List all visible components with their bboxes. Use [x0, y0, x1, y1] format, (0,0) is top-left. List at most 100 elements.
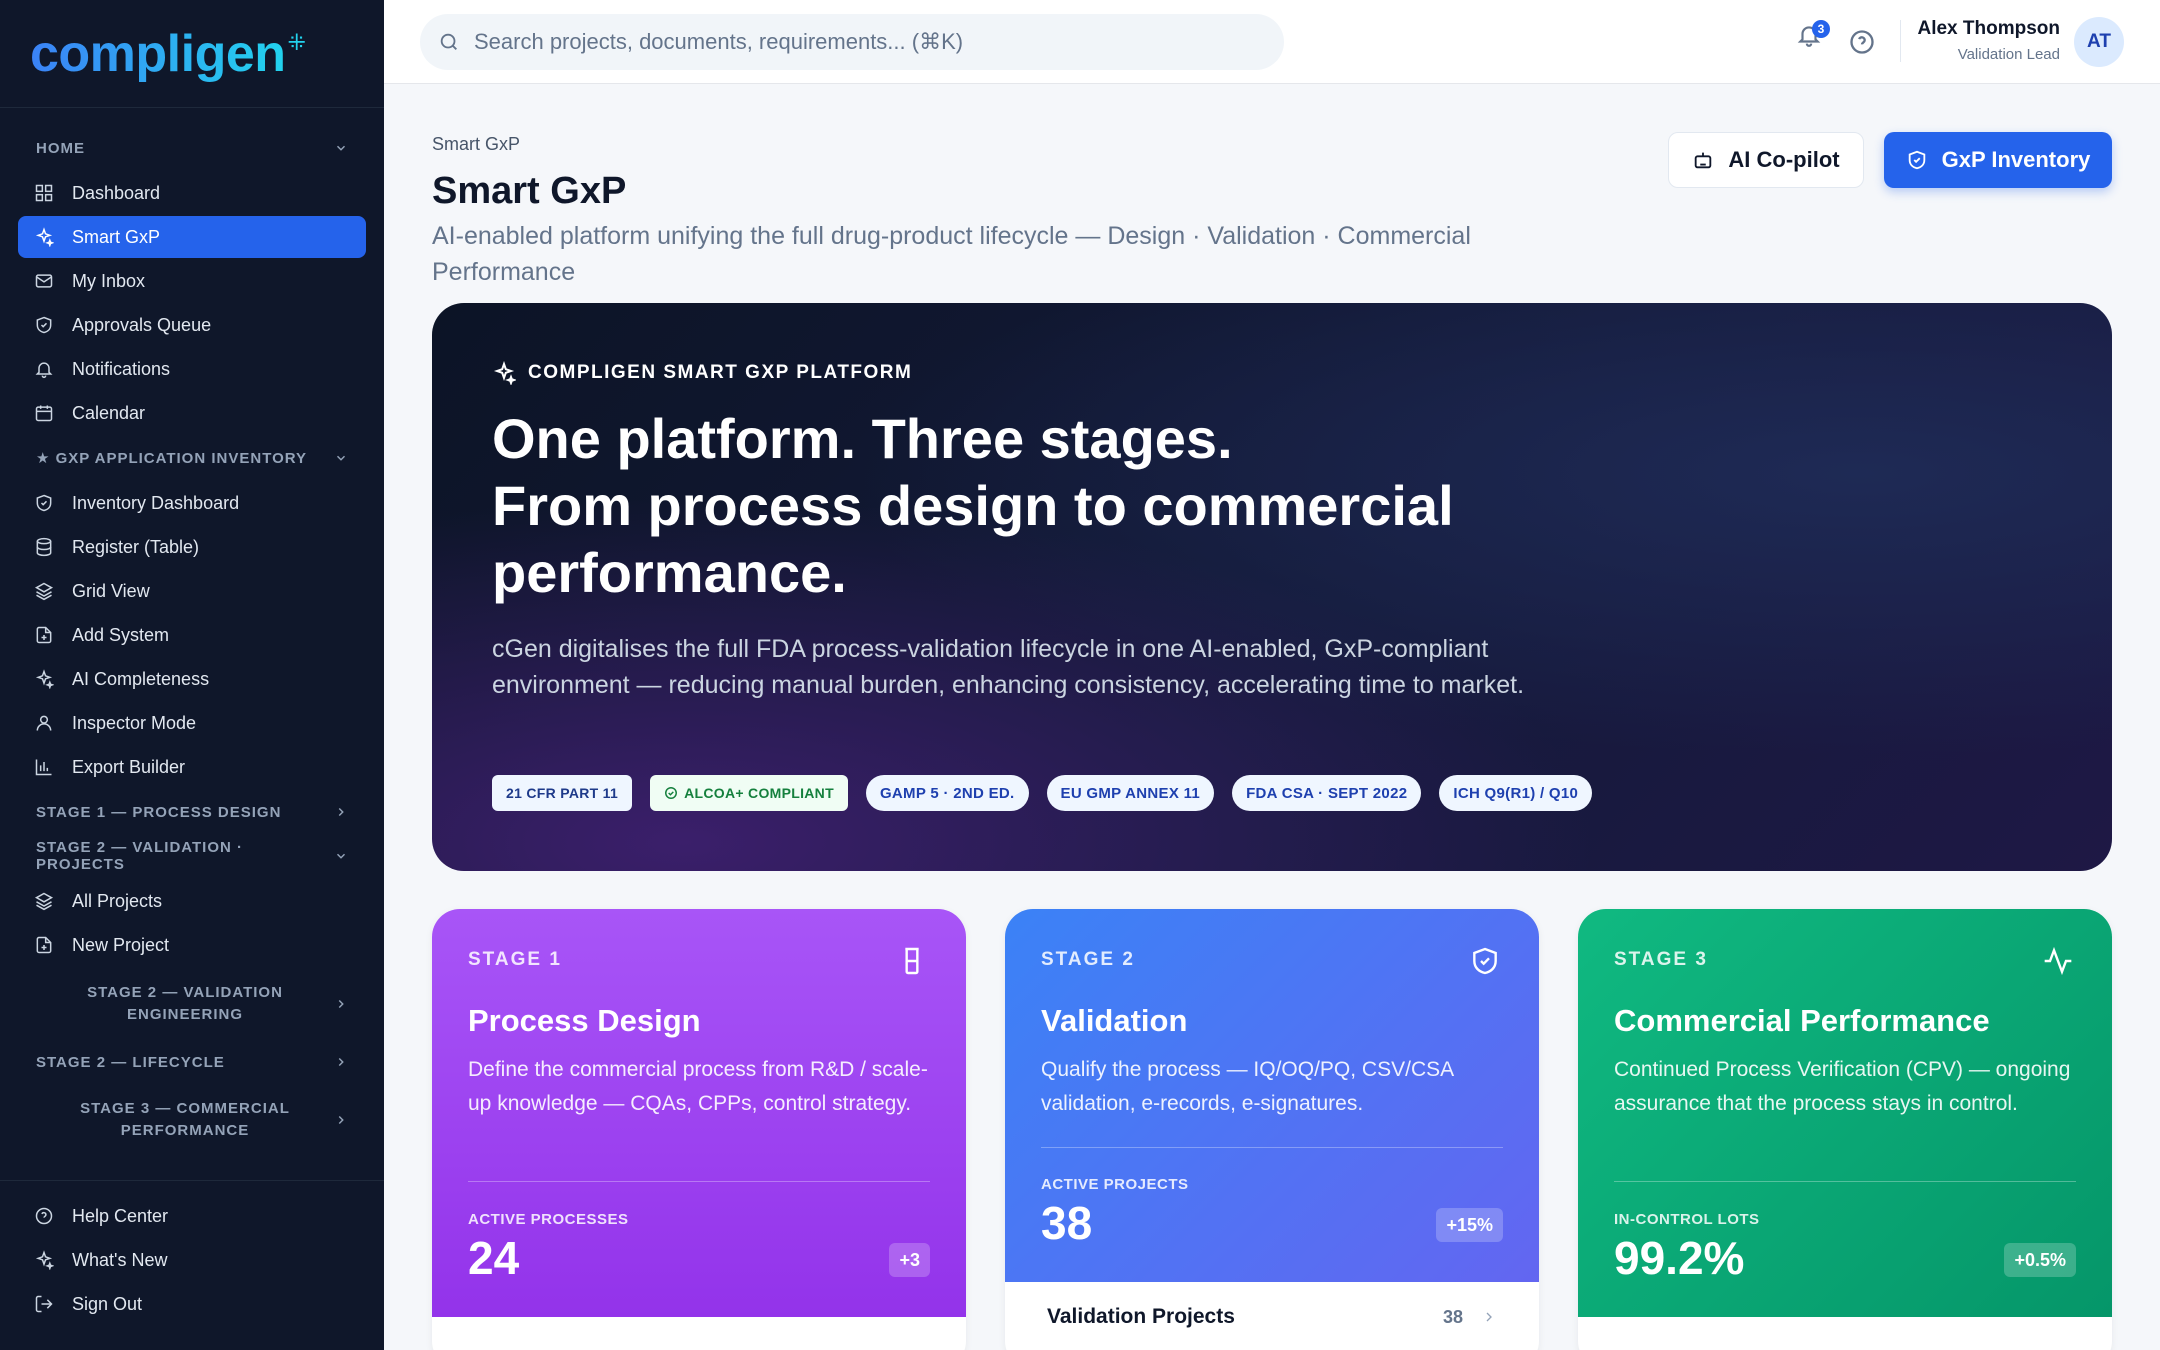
card-header: STAGE 1 Process Design Define the commer…: [432, 909, 966, 1317]
file-plus-icon: [36, 626, 52, 644]
sidebar-footer: Help Center What's New Sign Out: [0, 1180, 384, 1350]
user-role: Validation Lead: [1957, 46, 2060, 63]
stage-card-validation[interactable]: STAGE 2 Validation Qualify the process —…: [1005, 909, 1539, 1350]
stage-description: Define the commercial process from R&D /…: [468, 1058, 928, 1115]
sidebar-item-all-projects[interactable]: All Projects: [18, 880, 366, 922]
sidebar-item-sign-out[interactable]: Sign Out: [18, 1283, 366, 1325]
chip-gamp5: GAMP 5 · 2ND ED.: [865, 775, 1029, 811]
sidebar-item-my-inbox[interactable]: My Inbox: [18, 260, 366, 302]
sidebar-item-approvals-queue[interactable]: Approvals Queue: [18, 304, 366, 346]
sidebar-item-calendar[interactable]: Calendar: [18, 392, 366, 434]
section-label: STAGE 3 — COMMERCIAL PERFORMANCE: [80, 1100, 290, 1139]
sidebar-item-label: Dashboard: [72, 182, 161, 203]
sidebar-item-whats-new[interactable]: What's New: [18, 1239, 366, 1281]
sidebar-item-dashboard[interactable]: Dashboard: [18, 172, 366, 214]
metric-label: ACTIVE PROCESSES: [468, 1211, 629, 1228]
sidebar-item-add-system[interactable]: Add System: [18, 614, 366, 656]
stage-card-commercial-performance[interactable]: STAGE 3 Commercial Performance Continued…: [1578, 909, 2112, 1350]
eyebrow-text: COMPLIGEN SMART GXP PLATFORM: [528, 362, 913, 383]
ai-copilot-button[interactable]: AI Co-pilot: [1668, 132, 1864, 188]
search-icon: [440, 33, 457, 50]
stage-card-process-design[interactable]: STAGE 1 Process Design Define the commer…: [432, 909, 966, 1350]
chip-eu-gmp-annex11: EU GMP ANNEX 11: [1046, 775, 1215, 811]
database-icon: [36, 537, 52, 557]
metric-label: ACTIVE PROJECTS: [1041, 1176, 1189, 1193]
divider: [1900, 20, 1901, 62]
page-title: Smart GxP: [432, 170, 627, 212]
chevron-down-icon: [336, 145, 346, 151]
sidebar-item-smart-gxp[interactable]: Smart GxP: [18, 216, 366, 258]
breadcrumb[interactable]: Smart GxP: [432, 134, 520, 155]
brand-logo[interactable]: compligen ⁜: [0, 0, 384, 108]
divider: [1041, 1147, 1503, 1148]
stage-title: Process Design: [468, 1003, 701, 1038]
sidebar-item-inspector-mode[interactable]: Inspector Mode: [18, 702, 366, 744]
chip-alcoa-compliant: ALCOA+ COMPLIANT: [650, 775, 848, 811]
shield-check-icon: [1469, 945, 1501, 977]
user-info[interactable]: Alex Thompson Validation Lead: [1917, 18, 2060, 63]
sidebar-item-notifications[interactable]: Notifications: [18, 348, 366, 390]
sidebar-item-ai-completeness[interactable]: AI Completeness: [18, 658, 366, 700]
sidebar-item-label: AI Completeness: [72, 668, 210, 689]
activity-icon: [2042, 945, 2074, 977]
avatar[interactable]: AT: [2074, 17, 2124, 67]
chip-label: ALCOA+ COMPLIANT: [684, 785, 834, 801]
chip-21-cfr-part-11: 21 CFR PART 11: [492, 775, 633, 811]
search-bar[interactable]: [420, 14, 1284, 70]
sparkles-icon: [35, 1250, 54, 1270]
sidebar-item-label: Register (Table): [72, 536, 200, 557]
sidebar-nav: HOME Dashboard Smart GxP My Inbox Approv…: [0, 126, 384, 1156]
section-stage3[interactable]: STAGE 3 — COMMERCIAL PERFORMANCE: [0, 1084, 384, 1156]
beaker-icon: [896, 945, 928, 977]
sidebar-item-label: Sign Out: [72, 1293, 143, 1314]
sidebar-item-export-builder[interactable]: Export Builder: [18, 746, 366, 788]
sidebar-item-new-project[interactable]: New Project: [18, 924, 366, 966]
sidebar-item-grid-view[interactable]: Grid View: [18, 570, 366, 612]
delta-badge: +15%: [1436, 1208, 1503, 1242]
help-circle-icon: [1850, 30, 1874, 54]
section-stage2-engineering[interactable]: STAGE 2 — VALIDATION ENGINEERING: [0, 968, 384, 1040]
row-label: Validation Projects: [1047, 1305, 1235, 1328]
chip-fda-csa: FDA CSA · SEPT 2022: [1232, 775, 1422, 811]
section-label: STAGE 1 — PROCESS DESIGN: [36, 803, 282, 821]
section-home[interactable]: HOME: [0, 126, 384, 170]
section-stage2-projects[interactable]: STAGE 2 — VALIDATION · PROJECTS: [0, 834, 384, 878]
topbar: 3 Alex Thompson Validation Lead AT: [384, 0, 2160, 84]
chevron-right-icon: [338, 807, 344, 817]
validation-projects-link[interactable]: Validation Projects 38: [1047, 1305, 1497, 1329]
notifications-button[interactable]: 3: [1796, 20, 1830, 56]
sidebar: compligen ⁜ HOME Dashboard Smart GxP My …: [0, 0, 384, 1350]
section-stage1[interactable]: STAGE 1 — PROCESS DESIGN: [0, 790, 384, 834]
bell-icon: [35, 362, 53, 379]
sidebar-item-label: Calendar: [72, 402, 146, 423]
metric-value: 99.2%: [1614, 1232, 1745, 1284]
stage-title: Commercial Performance: [1614, 1003, 1990, 1038]
notification-count-badge: 3: [1812, 20, 1830, 38]
sidebar-item-inventory-dashboard[interactable]: Inventory Dashboard: [18, 482, 366, 524]
calendar-icon: [35, 405, 53, 422]
sparkles-icon: [35, 669, 54, 689]
chevron-right-icon: [338, 999, 344, 1009]
hero-headline: One platform. Three stages. From process…: [492, 405, 1592, 606]
hero-body: cGen digitalises the full FDA process-va…: [492, 635, 1525, 699]
search-input[interactable]: [474, 29, 1254, 55]
section-label: STAGE 2 — VALIDATION ENGINEERING: [87, 984, 283, 1023]
sidebar-item-register-table[interactable]: Register (Table): [18, 526, 366, 568]
sidebar-item-label: Notifications: [72, 358, 171, 379]
section-gxp-inventory[interactable]: ★ GXP APPLICATION INVENTORY: [0, 436, 384, 480]
chevron-right-icon: [338, 1115, 344, 1125]
section-label: ★ GXP APPLICATION INVENTORY: [36, 450, 308, 467]
page-subtitle: AI-enabled platform unifying the full dr…: [432, 222, 1471, 286]
metric-value: 38: [1041, 1197, 1093, 1249]
help-button[interactable]: [1848, 28, 1876, 56]
stage-description: Qualify the process — IQ/OQ/PQ, CSV/CSA …: [1041, 1058, 1453, 1115]
section-stage2-lifecycle[interactable]: STAGE 2 — LIFECYCLE: [0, 1040, 384, 1084]
stage-description: Continued Process Verification (CPV) — o…: [1614, 1058, 2071, 1115]
compliance-chips: 21 CFR PART 11 ALCOA+ COMPLIANT GAMP 5 ·…: [492, 775, 1593, 811]
chevron-right-icon: [338, 1057, 344, 1067]
gxp-inventory-button[interactable]: GxP Inventory: [1884, 132, 2112, 188]
user-icon: [36, 715, 52, 731]
sidebar-item-help-center[interactable]: Help Center: [18, 1195, 366, 1237]
log-out-icon: [35, 1295, 53, 1313]
layers-icon: [34, 582, 54, 601]
